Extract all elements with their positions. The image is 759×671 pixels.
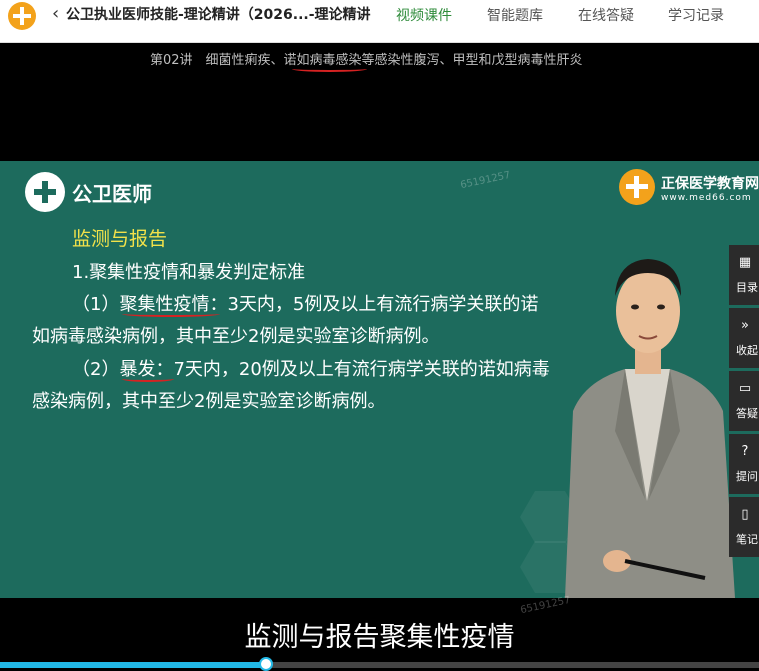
question-icon: ? bbox=[741, 444, 749, 459]
top-nav-bar: ‹ 公卫执业医师技能-理论精讲（2026...-理论精讲 视频课件 智能题库 在… bbox=[0, 0, 759, 43]
progress-handle[interactable] bbox=[258, 657, 273, 671]
progress-fill bbox=[0, 662, 266, 668]
lesson-bar: 第02讲 细菌性痢疾、诺如病毒感染等感染性腹泻、甲型和戊型病毒性肝炎 bbox=[0, 43, 759, 161]
slide-brand: 公卫医师 bbox=[72, 182, 152, 206]
side-item-collapse[interactable]: » 收起 bbox=[729, 308, 759, 368]
watermark: 65191257 bbox=[519, 594, 572, 617]
side-item-label: 收起 bbox=[736, 344, 758, 357]
slide-heading: 监测与报告 bbox=[72, 228, 168, 250]
subtitle-bar: 65191257 监测与报告聚集性疫情 bbox=[0, 594, 759, 662]
side-item-qa[interactable]: ▭ 答疑 bbox=[729, 371, 759, 431]
side-item-label: 答疑 bbox=[736, 407, 758, 420]
progress-bar[interactable] bbox=[0, 657, 759, 671]
tab-question-bank[interactable]: 智能题库 bbox=[487, 5, 543, 25]
side-item-catalog[interactable]: ▦ 目录 bbox=[729, 245, 759, 305]
video-slide[interactable]: 公卫医师 65191257 正保医学教育网 www.med66.com 监测与报… bbox=[0, 161, 759, 598]
tab-online-qa[interactable]: 在线答疑 bbox=[578, 5, 634, 25]
chat-icon: ▭ bbox=[738, 381, 752, 396]
side-item-label: 提问 bbox=[736, 470, 758, 483]
side-item-notes[interactable]: ▯ 笔记 bbox=[729, 497, 759, 557]
publisher-logo-icon bbox=[619, 169, 655, 205]
note-icon: ▯ bbox=[741, 507, 749, 522]
collapse-icon: » bbox=[741, 318, 749, 333]
red-underline-annotation bbox=[122, 311, 220, 317]
back-arrow-icon[interactable]: ‹ bbox=[52, 3, 59, 24]
presenter-video bbox=[565, 259, 735, 598]
lesson-red-annotation bbox=[292, 66, 367, 72]
publisher-name: 正保医学教育网 bbox=[661, 176, 759, 192]
tab-video-courseware[interactable]: 视频课件 bbox=[396, 5, 452, 25]
slide-line-5: 感染病例，其中至少2例是实验室诊断病例。 bbox=[32, 391, 386, 412]
medical-cross-icon bbox=[25, 172, 65, 212]
grid-icon: ▦ bbox=[738, 255, 752, 270]
tab-study-record[interactable]: 学习记录 bbox=[668, 5, 724, 25]
zhengbao-logo-icon[interactable] bbox=[8, 2, 36, 30]
slide-line-1: 1.聚集性疫情和暴发判定标准 bbox=[72, 262, 306, 283]
side-item-label: 目录 bbox=[736, 281, 758, 294]
side-panel: ▦ 目录 » 收起 ▭ 答疑 ? 提问 ▯ 笔记 bbox=[729, 245, 759, 560]
slide-line-3: 如病毒感染病例，其中至少2例是实验室诊断病例。 bbox=[32, 326, 440, 347]
side-item-ask[interactable]: ? 提问 bbox=[729, 434, 759, 494]
lesson-title: 第02讲 细菌性痢疾、诺如病毒感染等感染性腹泻、甲型和戊型病毒性肝炎 bbox=[150, 53, 583, 68]
watermark: 65191257 bbox=[459, 169, 512, 192]
publisher-url: www.med66.com bbox=[661, 193, 752, 203]
video-subtitle: 监测与报告聚集性疫情 bbox=[244, 622, 515, 653]
course-title: 公卫执业医师技能-理论精讲（2026...-理论精讲 bbox=[66, 7, 371, 23]
red-underline-annotation bbox=[122, 376, 174, 382]
side-item-label: 笔记 bbox=[736, 533, 758, 546]
